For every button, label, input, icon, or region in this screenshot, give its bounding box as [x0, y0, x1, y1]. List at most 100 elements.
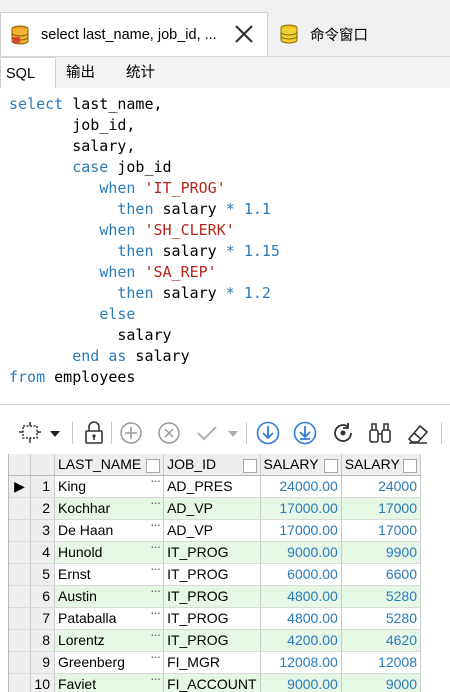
salary-cell[interactable]: 4800.00 [260, 607, 342, 630]
tab-statistics[interactable]: 统计 [122, 57, 159, 88]
last-name-cell[interactable]: Hunold ··· [54, 541, 165, 564]
row-number[interactable]: 6 [30, 585, 55, 608]
salary-adjusted-cell[interactable]: 17000 [341, 519, 421, 542]
table-row[interactable]: 4 Hunold ··· IT_PROG 9000.00 9900 [9, 541, 421, 564]
post-changes-icon[interactable] [194, 420, 220, 446]
last-name-cell[interactable]: De Haan ··· [54, 519, 165, 542]
cell-edit-button[interactable]: ··· [150, 607, 161, 620]
column-filter-box[interactable] [146, 458, 161, 473]
salary-adjusted-cell[interactable]: 12008 [341, 651, 421, 674]
last-name-cell[interactable]: Greenberg ··· [54, 651, 165, 674]
table-row[interactable]: 9 Greenberg ··· FI_MGR 12008.00 12008 [9, 651, 421, 674]
row-number[interactable]: 7 [30, 607, 55, 630]
last-name-cell[interactable]: Kochhar ··· [54, 497, 165, 520]
salary-adjusted-cell[interactable]: 6600 [341, 563, 421, 586]
row-number[interactable]: 8 [30, 629, 55, 652]
sql-editor[interactable]: select last_name, job_id, salary, case j… [0, 88, 450, 405]
column-header-job-id[interactable]: JOB_ID [163, 454, 261, 476]
delete-row-icon[interactable] [156, 420, 182, 446]
table-row[interactable]: ▶ 1 King ··· AD_PRES 24000.00 24000 [9, 475, 421, 498]
salary-cell[interactable]: 12008.00 [260, 651, 342, 674]
post-dropdown-icon[interactable] [226, 420, 240, 446]
cell-edit-button[interactable]: ··· [150, 497, 161, 510]
cell-edit-button[interactable]: ··· [150, 475, 161, 488]
salary-cell[interactable]: 9000.00 [260, 673, 342, 692]
cell-edit-button[interactable]: ··· [150, 563, 161, 576]
column-filter-box[interactable] [242, 458, 257, 473]
row-number[interactable]: 3 [30, 519, 55, 542]
job-id-cell[interactable]: AD_PRES [163, 475, 261, 498]
last-name-cell[interactable]: Austin ··· [54, 585, 165, 608]
salary-adjusted-cell[interactable]: 4620 [341, 629, 421, 652]
column-header-last-name[interactable]: LAST_NAME [54, 454, 165, 476]
tab-sql[interactable]: SQL [0, 57, 56, 88]
job-id-cell[interactable]: FI_ACCOUNT [163, 673, 261, 692]
lock-icon[interactable] [81, 420, 107, 446]
row-number[interactable]: 2 [30, 497, 55, 520]
add-row-icon[interactable] [118, 420, 144, 446]
row-indicator [9, 519, 32, 542]
cell-edit-button[interactable]: ··· [150, 673, 161, 686]
cell-edit-button[interactable]: ··· [150, 629, 161, 642]
last-name-cell[interactable]: Ernst ··· [54, 563, 165, 586]
column-header-salary[interactable]: SALARY [260, 454, 342, 476]
clear-icon[interactable] [405, 420, 431, 446]
row-number[interactable]: 10 [30, 673, 55, 692]
cell-edit-button[interactable]: ··· [150, 541, 161, 554]
salary-adjusted-cell[interactable]: 24000 [341, 475, 421, 498]
row-number[interactable]: 4 [30, 541, 55, 564]
salary-cell[interactable]: 17000.00 [260, 519, 342, 542]
column-filter-box[interactable] [323, 458, 338, 473]
job-id-cell[interactable]: IT_PROG [163, 585, 261, 608]
job-id-cell[interactable]: FI_MGR [163, 651, 261, 674]
cell-edit-button[interactable]: ··· [150, 585, 161, 598]
table-row[interactable]: 10 Faviet ··· FI_ACCOUNT 9000.00 9000 [9, 673, 421, 692]
salary-cell[interactable]: 4200.00 [260, 629, 342, 652]
column-filter-box[interactable] [403, 458, 417, 473]
job-id-cell[interactable]: IT_PROG [163, 541, 261, 564]
refresh-icon[interactable] [330, 420, 356, 446]
grid-select-icon[interactable] [18, 420, 44, 446]
row-number[interactable]: 9 [30, 651, 55, 674]
table-row[interactable]: 3 De Haan ··· AD_VP 17000.00 17000 [9, 519, 421, 542]
table-row[interactable]: 8 Lorentz ··· IT_PROG 4200.00 4620 [9, 629, 421, 652]
job-id-cell[interactable]: AD_VP [163, 519, 261, 542]
salary-cell[interactable]: 17000.00 [260, 497, 342, 520]
last-name-cell[interactable]: Pataballa ··· [54, 607, 165, 630]
doc-tab-query[interactable]: select last_name, job_id, ... [0, 12, 268, 56]
salary-cell[interactable]: 24000.00 [260, 475, 342, 498]
row-number[interactable]: 5 [30, 563, 55, 586]
fetch-next-icon[interactable] [255, 420, 281, 446]
binoculars-icon[interactable] [367, 420, 393, 446]
salary-cell[interactable]: 9000.00 [260, 541, 342, 564]
cell-edit-button[interactable]: ··· [150, 519, 161, 532]
table-row[interactable]: 2 Kochhar ··· AD_VP 17000.00 17000 [9, 497, 421, 520]
last-name-cell[interactable]: Lorentz ··· [54, 629, 165, 652]
dropdown-arrow-icon[interactable] [48, 420, 62, 446]
job-id-cell[interactable]: IT_PROG [163, 607, 261, 630]
tab-output[interactable]: 输出 [62, 57, 99, 88]
results-grid[interactable]: LAST_NAME JOB_ID SALARY SALARY ▶ 1 King ···… [8, 454, 421, 692]
fetch-all-icon[interactable] [292, 420, 318, 446]
salary-adjusted-cell[interactable]: 9900 [341, 541, 421, 564]
sql-code[interactable]: select last_name, job_id, salary, case j… [9, 94, 280, 388]
salary-cell[interactable]: 6000.00 [260, 563, 342, 586]
salary-adjusted-cell[interactable]: 5280 [341, 607, 421, 630]
last-name-cell[interactable]: King ··· [54, 475, 165, 498]
table-row[interactable]: 5 Ernst ··· IT_PROG 6000.00 6600 [9, 563, 421, 586]
salary-adjusted-cell[interactable]: 9000 [341, 673, 421, 692]
job-id-cell[interactable]: IT_PROG [163, 563, 261, 586]
row-number[interactable]: 1 [30, 475, 55, 498]
salary-adjusted-cell[interactable]: 5280 [341, 585, 421, 608]
table-row[interactable]: 7 Pataballa ··· IT_PROG 4800.00 5280 [9, 607, 421, 630]
close-icon[interactable] [233, 23, 255, 45]
last-name-cell[interactable]: Faviet ··· [54, 673, 165, 692]
table-row[interactable]: 6 Austin ··· IT_PROG 4800.00 5280 [9, 585, 421, 608]
salary-adjusted-cell[interactable]: 17000 [341, 497, 421, 520]
salary-cell[interactable]: 4800.00 [260, 585, 342, 608]
job-id-cell[interactable]: AD_VP [163, 497, 261, 520]
cell-edit-button[interactable]: ··· [150, 651, 161, 664]
column-header-salary-2[interactable]: SALARY [341, 454, 421, 476]
doc-tab-command-window[interactable]: 命令窗口 [270, 12, 410, 56]
job-id-cell[interactable]: IT_PROG [163, 629, 261, 652]
